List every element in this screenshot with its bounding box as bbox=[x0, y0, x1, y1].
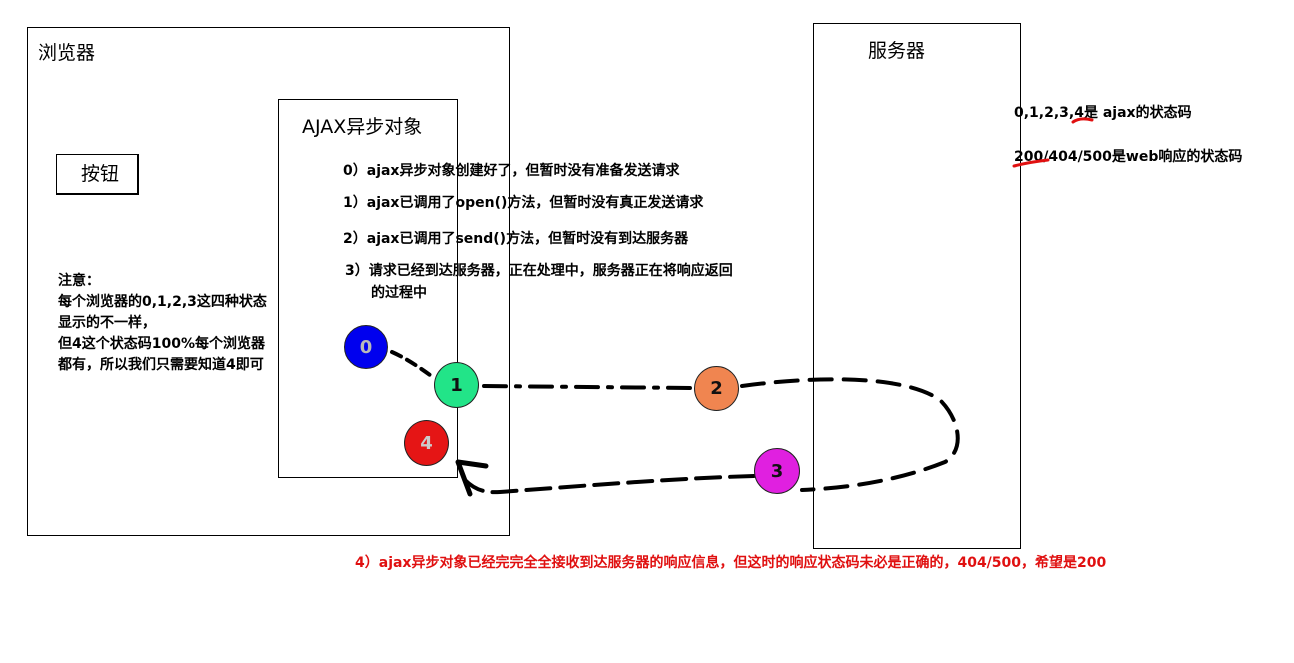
browser-title: 浏览器 bbox=[38, 42, 96, 64]
server-title: 服务器 bbox=[868, 40, 926, 62]
state-1-circle: 1 bbox=[434, 362, 479, 408]
state-0-description: 0）ajax异步对象创建好了，但暂时没有准备发送请求 bbox=[343, 163, 680, 179]
note-heading: 注意： bbox=[58, 273, 100, 289]
state-4-circle: 4 bbox=[404, 420, 449, 466]
web-codes-rest: /404/500是web响应的状态码 bbox=[1043, 149, 1243, 165]
browser-note: 注意： 每个浏览器的0,1,2,3这四种状态 显示的不一样， 但4这个状态码10… bbox=[58, 271, 267, 376]
browser-button-label: 按钮 bbox=[81, 163, 120, 185]
web-status-codes-note: 200/404/500是web响应的状态码 bbox=[1014, 146, 1242, 166]
note-line: 显示的不一样， bbox=[58, 315, 156, 331]
web-code-highlight: 200 bbox=[1014, 149, 1044, 165]
ajax-status-codes-note: 0,1,2,3,4是 ajax的状态码 bbox=[1014, 102, 1192, 122]
state-3-description: 3）请求已经到达服务器，正在处理中，服务器正在将响应返回 bbox=[345, 263, 733, 279]
state-2-circle: 2 bbox=[694, 366, 739, 411]
state-1-description: 1）ajax已调用了open()方法，但暂时没有真正发送请求 bbox=[343, 195, 704, 211]
note-line: 都有，所以我们只需要知道4即可 bbox=[58, 357, 264, 373]
note-line: 但4这个状态码100%每个浏览器 bbox=[58, 336, 265, 352]
flow-path-1-to-2 bbox=[482, 384, 696, 390]
note-line: 每个浏览器的0,1,2,3这四种状态 bbox=[58, 294, 267, 310]
ajax-object-title: AJAX异步对象 bbox=[302, 116, 423, 138]
ajax-codes: 0,1,2,3,4 bbox=[1014, 105, 1084, 121]
state-0-circle: 0 bbox=[344, 325, 388, 369]
state-3-description-cont: 的过程中 bbox=[371, 285, 427, 301]
ajax-codes-suffix: 是 ajax的状态码 bbox=[1083, 105, 1192, 121]
state-2-description: 2）ajax已调用了send()方法，但暂时没有到达服务器 bbox=[343, 231, 689, 247]
state-3-circle: 3 bbox=[754, 448, 800, 494]
server-box bbox=[813, 23, 1021, 549]
state-4-description: 4）ajax异步对象已经完完全全接收到达服务器的响应信息，但这时的响应状态码未必… bbox=[355, 555, 1107, 571]
browser-button[interactable]: 按钮 bbox=[56, 154, 139, 195]
